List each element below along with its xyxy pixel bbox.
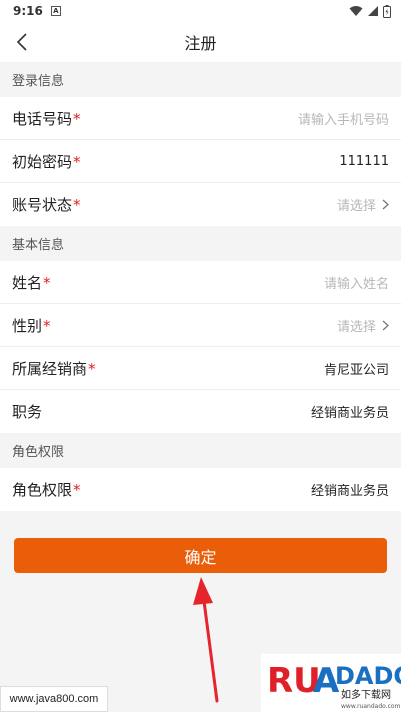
notification-a-icon: A xyxy=(50,6,61,16)
section-header-basic: 基本信息 xyxy=(0,226,401,261)
signal-icon xyxy=(368,6,378,16)
nav-bar: 注册 xyxy=(0,22,401,62)
wifi-icon xyxy=(349,6,363,16)
phone-field[interactable]: 电话号码* 请输入手机号码 xyxy=(0,97,401,140)
account-status-select[interactable]: 请选择 xyxy=(337,195,389,214)
status-bar: 9:16 A xyxy=(0,0,401,22)
position-label: 职务 xyxy=(12,403,43,421)
section-header-login: 登录信息 xyxy=(0,62,401,97)
status-icons xyxy=(349,4,391,18)
password-input[interactable]: 111111 xyxy=(339,154,389,169)
name-label: 姓名* xyxy=(12,273,51,292)
position-value[interactable]: 经销商业务员 xyxy=(311,402,389,421)
dealer-value[interactable]: 肯尼亚公司 xyxy=(324,359,389,378)
chevron-right-icon xyxy=(382,320,389,331)
required-mark: * xyxy=(43,273,51,292)
name-field[interactable]: 姓名* 请输入姓名 xyxy=(0,261,401,304)
gender-select[interactable]: 请选择 xyxy=(337,316,389,335)
password-label: 初始密码* xyxy=(12,152,81,171)
chevron-right-icon xyxy=(382,199,389,210)
account-status-field[interactable]: 账号状态* 请选择 xyxy=(0,183,401,226)
confirm-button[interactable]: 确定 xyxy=(14,538,387,573)
status-time: 9:16 xyxy=(13,4,43,18)
section-header-role: 角色权限 xyxy=(0,433,401,468)
name-input[interactable]: 请输入姓名 xyxy=(324,273,389,292)
required-mark: * xyxy=(73,481,81,499)
role-value[interactable]: 经销商业务员 xyxy=(311,480,389,499)
dealer-field[interactable]: 所属经销商* 肯尼亚公司 xyxy=(0,347,401,390)
password-field[interactable]: 初始密码* 111111 xyxy=(0,140,401,183)
phone-input[interactable]: 请输入手机号码 xyxy=(298,109,389,128)
back-button[interactable] xyxy=(8,28,36,56)
svg-text:如多下载网: 如多下载网 xyxy=(341,688,391,701)
page-title: 注册 xyxy=(184,34,217,53)
position-field[interactable]: 职务 经销商业务员 xyxy=(0,390,401,433)
required-mark: * xyxy=(73,196,81,214)
svg-text:www.ruandado.com: www.ruandado.com xyxy=(341,703,401,710)
role-field[interactable]: 角色权限* 经销商业务员 xyxy=(0,468,401,511)
battery-icon xyxy=(383,4,391,18)
required-mark: * xyxy=(73,109,81,128)
phone-label: 电话号码* xyxy=(12,109,81,128)
account-status-label: 账号状态* xyxy=(12,196,81,214)
watermark-logo: RU A DADO 如多下载网 www.ruandado.com xyxy=(261,654,401,712)
dealer-label: 所属经销商* xyxy=(12,359,96,378)
confirm-wrap: 确定 xyxy=(0,511,401,573)
back-arrow-icon xyxy=(16,33,27,51)
role-label: 角色权限* xyxy=(12,481,81,499)
required-mark: * xyxy=(43,316,51,335)
required-mark: * xyxy=(88,359,96,378)
gender-label: 性别* xyxy=(12,316,51,335)
gender-field[interactable]: 性别* 请选择 xyxy=(0,304,401,347)
watermark-site: www.java800.com xyxy=(0,686,108,712)
svg-text:DADO: DADO xyxy=(335,662,401,690)
required-mark: * xyxy=(73,152,81,171)
annotation-arrow xyxy=(193,577,219,703)
